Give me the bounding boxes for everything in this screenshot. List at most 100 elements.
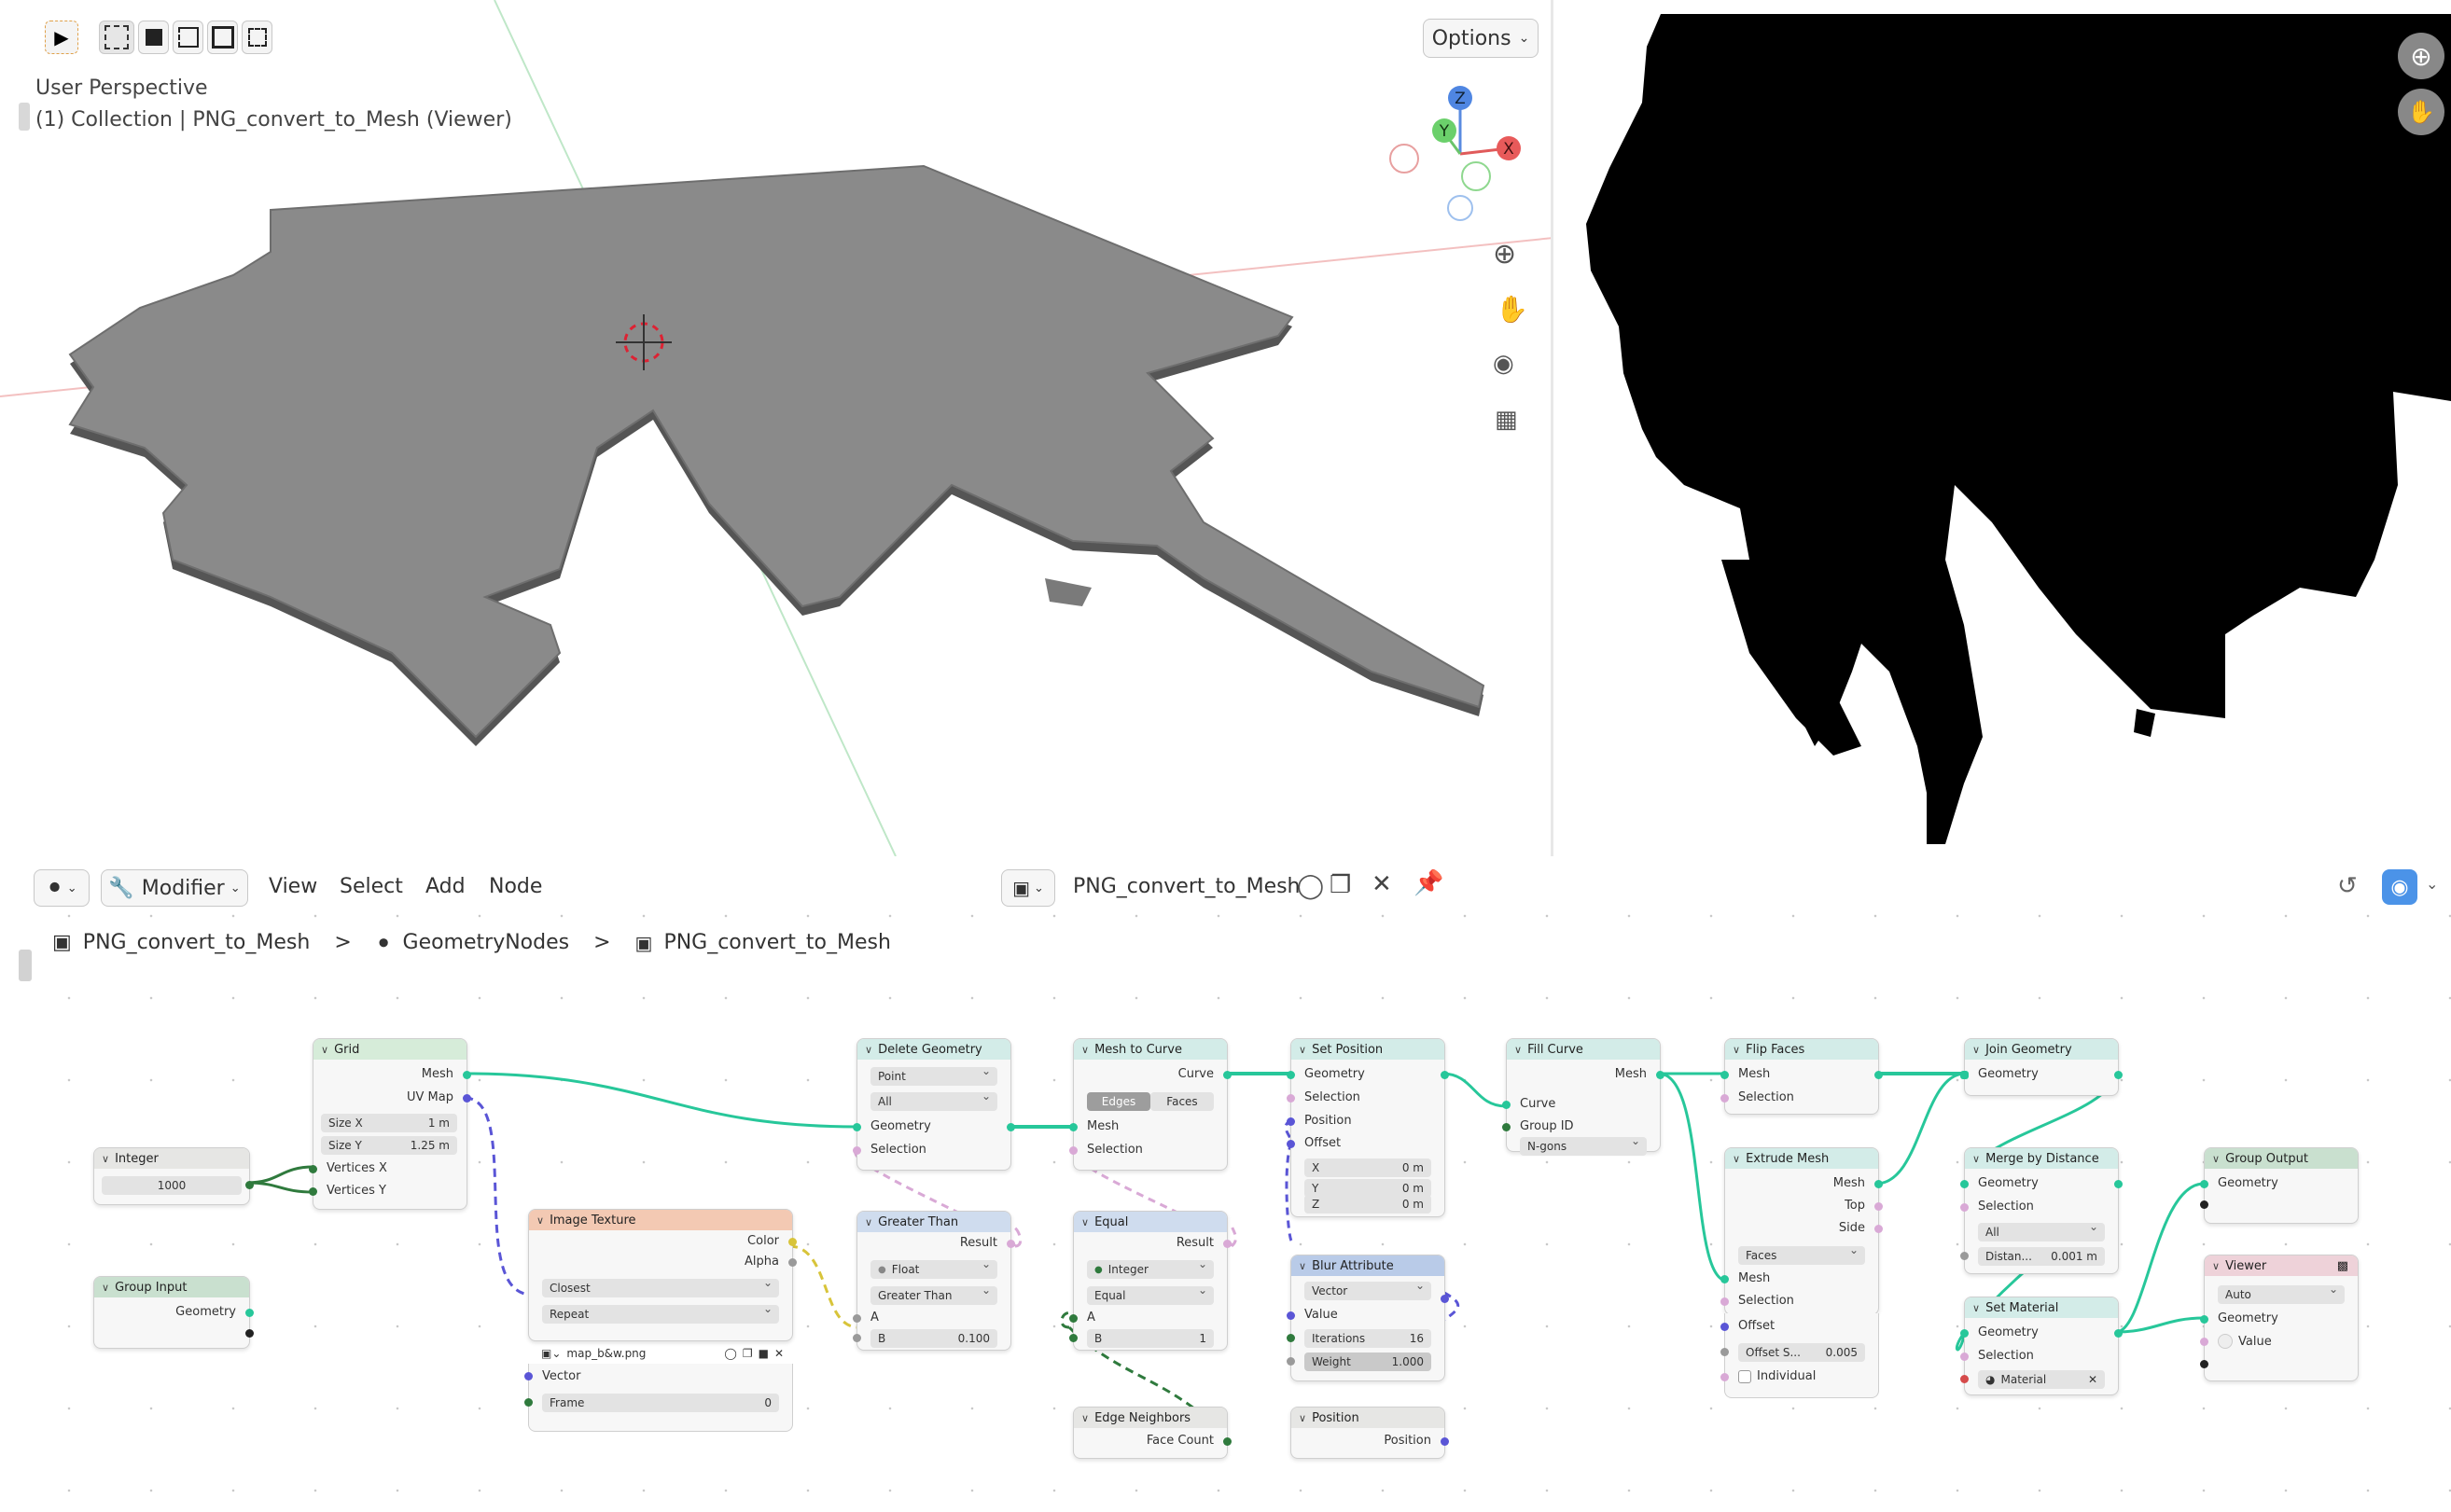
input-socket[interactable]	[1960, 1252, 1969, 1260]
options-dropdown[interactable]: Options ⌄	[1423, 19, 1539, 58]
pan-hand-icon[interactable]: ✋	[1496, 294, 1528, 325]
node-set-material[interactable]: Set Material Geometry Selection ◕ Materia…	[1960, 1297, 2123, 1395]
chevron-down-icon[interactable]: ⌄	[2426, 875, 2438, 893]
operation-dropdown[interactable]: Equal	[1087, 1283, 1214, 1305]
size-y-field[interactable]: Size Y 1.25 m	[321, 1136, 457, 1155]
checkbox-box[interactable]	[1738, 1369, 1751, 1383]
zoom-icon[interactable]: ⊕	[2398, 33, 2444, 79]
node-merge-by-distance[interactable]: Merge by Distance Geometry Selection All…	[1960, 1147, 2123, 1274]
output-socket[interactable]	[2114, 1329, 2123, 1338]
node-header[interactable]: Blur Attribute	[1291, 1255, 1444, 1276]
mode-dropdown[interactable]: All	[1978, 1220, 2105, 1242]
b-value-field[interactable]: B1	[1087, 1329, 1214, 1348]
node-header[interactable]: Equal	[1074, 1212, 1227, 1232]
input-socket[interactable]	[1720, 1275, 1729, 1283]
input-socket[interactable]	[1069, 1123, 1078, 1131]
output-socket[interactable]	[788, 1258, 797, 1267]
node-group-input[interactable]: Group Input Geometry	[93, 1276, 254, 1349]
region-handle[interactable]	[19, 103, 30, 131]
node-header[interactable]: Join Geometry	[1965, 1039, 2118, 1060]
node-header[interactable]: Greater Than	[857, 1212, 1010, 1232]
data-type-dropdown[interactable]: Vector	[1304, 1279, 1431, 1300]
select-subtract-icon[interactable]	[173, 21, 204, 54]
navigation-gizmo[interactable]: Z X Y	[1381, 79, 1530, 229]
domain-dropdown[interactable]: Point	[870, 1064, 997, 1086]
overlay-toggle-icon[interactable]: ◉	[2382, 869, 2417, 905]
node-header[interactable]: Delete Geometry	[857, 1039, 1010, 1060]
offset-scale-field[interactable]: Offset S... 0.005	[1738, 1343, 1865, 1362]
node-edge-neighbors[interactable]: Edge Neighbors Face Count	[1073, 1407, 1232, 1459]
node-mesh-to-curve[interactable]: Mesh to Curve Curve Edges Faces Mesh Sel…	[1069, 1038, 1232, 1171]
node-header[interactable]: Viewer ▩	[2205, 1255, 2358, 1276]
offset-z-field[interactable]: Z 0 m	[1304, 1195, 1431, 1214]
node-join-geometry[interactable]: Join Geometry Geometry	[1960, 1038, 2123, 1096]
input-socket[interactable]	[1069, 1314, 1078, 1323]
output-socket[interactable]	[1223, 1240, 1232, 1248]
shield-icon[interactable]: ◯	[724, 1347, 736, 1360]
menu-node[interactable]: Node	[489, 875, 542, 898]
input-socket[interactable]	[1287, 1071, 1295, 1079]
image-preview[interactable]: ⊕ ✋	[1553, 0, 2451, 856]
breadcrumb-object[interactable]: PNG_convert_to_Mesh	[83, 931, 311, 954]
input-socket[interactable]	[309, 1165, 317, 1173]
breadcrumb-tree[interactable]: PNG_convert_to_Mesh	[663, 931, 891, 954]
input-socket[interactable]	[853, 1334, 861, 1342]
node-position[interactable]: Position Position	[1290, 1407, 1449, 1459]
node-flip-faces[interactable]: Flip Faces Mesh Selection	[1720, 1038, 1883, 1115]
image-selector[interactable]: ▣⌄ map_b&w.png ◯ ❐ ■ ✕	[541, 1343, 784, 1364]
node-header[interactable]: Set Material	[1965, 1297, 2118, 1318]
input-socket[interactable]	[1960, 1352, 1969, 1361]
output-socket[interactable]	[463, 1071, 471, 1079]
output-socket[interactable]	[788, 1238, 797, 1246]
output-socket[interactable]	[463, 1094, 471, 1103]
interpolation-dropdown[interactable]: Closest	[542, 1276, 779, 1297]
size-x-field[interactable]: Size X 1 m	[321, 1114, 457, 1132]
b-value-field[interactable]: B 0.100	[870, 1329, 997, 1348]
overlay-swirl-icon[interactable]: ↺	[2337, 872, 2358, 900]
output-socket[interactable]	[2114, 1071, 2123, 1079]
frame-field[interactable]: Frame 0	[542, 1394, 779, 1412]
close-icon[interactable]: ✕	[774, 1347, 784, 1360]
domain-dropdown[interactable]: Auto	[2218, 1283, 2345, 1304]
input-socket[interactable]	[1720, 1323, 1729, 1331]
input-socket[interactable]	[2200, 1338, 2208, 1346]
input-socket[interactable]	[2200, 1315, 2208, 1324]
input-socket[interactable]	[1960, 1203, 1969, 1212]
grid-projection-icon[interactable]: ▦	[1495, 406, 1518, 434]
node-fill-curve[interactable]: Fill Curve Mesh Curve Group ID N-gons	[1502, 1038, 1664, 1156]
node-header[interactable]: Extrude Mesh	[1725, 1148, 1878, 1169]
node-tree-browser[interactable]: ▣ ⌄	[1001, 869, 1055, 907]
node-header[interactable]: Flip Faces	[1725, 1039, 1878, 1060]
input-socket[interactable]	[1069, 1334, 1078, 1342]
mode-edges-button[interactable]: Edges	[1087, 1092, 1150, 1111]
mode-dropdown[interactable]: 🔧 Modifier ⌄	[101, 869, 248, 907]
weight-field[interactable]: Weight 1.000	[1304, 1352, 1431, 1371]
input-socket[interactable]	[1720, 1348, 1729, 1356]
input-socket[interactable]	[1960, 1180, 1969, 1188]
node-header[interactable]: Position	[1291, 1408, 1444, 1428]
input-socket[interactable]	[1960, 1375, 1969, 1383]
close-icon[interactable]: ✕	[2088, 1373, 2097, 1386]
input-socket[interactable]	[309, 1187, 317, 1196]
data-type-dropdown[interactable]: ● Integer	[1087, 1257, 1214, 1279]
menu-add[interactable]: Add	[425, 875, 466, 898]
output-socket[interactable]	[1874, 1225, 1883, 1233]
editor-type-button[interactable]: ⚫ ⌄	[34, 869, 90, 907]
node-header[interactable]: Image Texture	[529, 1210, 792, 1230]
input-socket[interactable]	[524, 1398, 533, 1407]
pin-icon[interactable]: 📌	[1414, 869, 1443, 897]
node-grid[interactable]: Grid Mesh UV Map Size X1 m Size Y1.25 m …	[309, 1038, 471, 1210]
node-header[interactable]: Mesh to Curve	[1074, 1039, 1227, 1060]
mode-dropdown[interactable]: N-gons	[1520, 1134, 1647, 1156]
extension-dropdown[interactable]: Repeat	[542, 1302, 779, 1324]
input-socket[interactable]	[1720, 1297, 1729, 1306]
node-header[interactable]: Merge by Distance	[1965, 1148, 2118, 1169]
duplicate-icon[interactable]: ❐	[743, 1347, 753, 1360]
node-equal[interactable]: Equal Result ●Integer Equal A B1	[1069, 1211, 1232, 1351]
node-editor[interactable]: ⚫ ⌄ 🔧 Modifier ⌄ View Select Add Node ▣ …	[0, 856, 2451, 1512]
output-socket[interactable]	[1656, 1071, 1664, 1079]
node-blur-attribute[interactable]: Blur Attribute Vector Value Iterations 16…	[1287, 1255, 1449, 1381]
node-delete-geometry[interactable]: Delete Geometry Point All Geometry Selec…	[853, 1038, 1015, 1171]
input-socket[interactable]	[1287, 1311, 1295, 1320]
select-new-icon[interactable]	[99, 21, 135, 54]
